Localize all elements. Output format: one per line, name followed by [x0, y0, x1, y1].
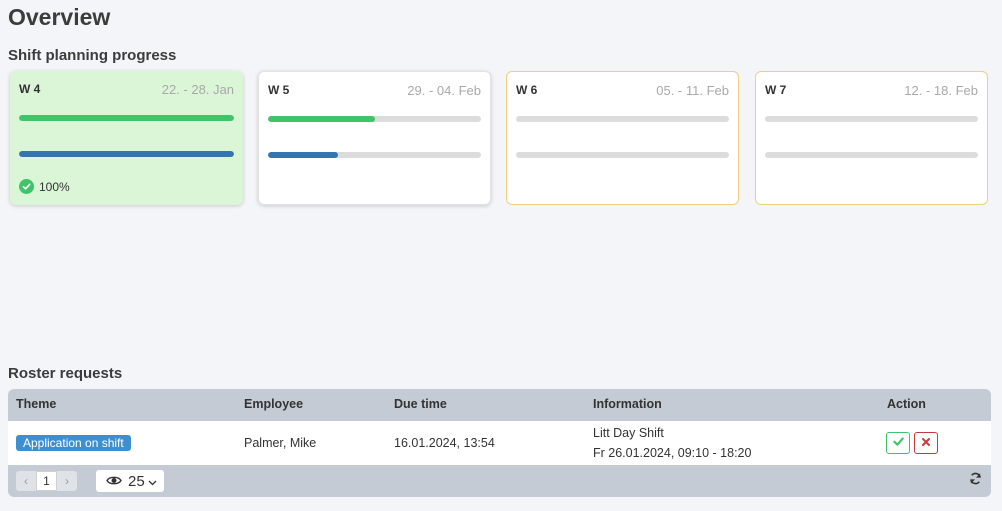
completion-status: 100%	[19, 179, 70, 194]
requests-table: Theme Employee Due time Information Acti…	[8, 389, 991, 497]
week-card[interactable]: W 5 29. - 04. Feb	[258, 71, 491, 205]
page-size-value: 25	[128, 472, 145, 490]
week-cards: W 4 22. - 28. Jan 100% W 5 29. - 04. Feb…	[10, 71, 990, 206]
blue-progress-bar	[765, 152, 978, 158]
previous-page-button[interactable]: ‹	[16, 471, 36, 491]
table-footer: ‹ 1 › 25	[8, 465, 991, 497]
next-page-button[interactable]: ›	[57, 471, 77, 491]
chevron-down-icon	[148, 473, 157, 490]
blue-progress-fill	[19, 151, 234, 157]
blue-progress-bar	[516, 152, 729, 158]
green-progress-bar	[268, 116, 481, 122]
week-card[interactable]: W 7 12. - 18. Feb	[755, 71, 988, 205]
information-line-2: Fr 26.01.2024, 09:10 - 18:20	[593, 446, 752, 460]
green-progress-bar	[516, 116, 729, 122]
column-header-employee[interactable]: Employee	[244, 397, 303, 411]
pagination: ‹ 1 ›	[16, 471, 77, 491]
accept-button[interactable]	[886, 432, 910, 454]
theme-badge: Application on shift	[16, 435, 131, 451]
check-circle-icon	[19, 179, 34, 194]
blue-progress-bar	[268, 152, 481, 158]
completion-percent: 100%	[39, 179, 70, 194]
requests-section-title: Roster requests	[8, 365, 123, 382]
close-icon	[921, 434, 931, 452]
week-label: W 4	[19, 82, 41, 96]
progress-section-title: Shift planning progress	[8, 47, 177, 64]
week-label: W 5	[268, 83, 290, 97]
column-header-due-time[interactable]: Due time	[394, 397, 447, 411]
week-range: 12. - 18. Feb	[904, 83, 978, 98]
blue-progress-fill	[268, 152, 339, 158]
green-progress-fill	[268, 116, 375, 122]
week-label: W 6	[516, 83, 538, 97]
column-header-action: Action	[887, 397, 926, 411]
page-title: Overview	[8, 4, 111, 30]
week-card[interactable]: W 6 05. - 11. Feb	[506, 71, 739, 205]
column-header-theme[interactable]: Theme	[16, 397, 56, 411]
green-progress-fill	[19, 115, 234, 121]
information-line-1: Litt Day Shift	[593, 426, 664, 440]
week-range: 05. - 11. Feb	[656, 83, 729, 98]
table-row[interactable]: Application on shift Palmer, Mike 16.01.…	[8, 421, 991, 465]
refresh-button[interactable]	[967, 472, 983, 490]
table-header: Theme Employee Due time Information Acti…	[8, 389, 991, 421]
week-range: 29. - 04. Feb	[407, 83, 481, 98]
green-progress-bar	[19, 115, 234, 121]
check-icon	[892, 434, 904, 452]
refresh-icon	[969, 472, 982, 490]
current-page-button[interactable]: 1	[36, 471, 57, 491]
employee-cell: Palmer, Mike	[244, 436, 317, 450]
page-size-select[interactable]: 25	[96, 470, 164, 492]
green-progress-bar	[765, 116, 978, 122]
blue-progress-bar	[19, 151, 234, 157]
eye-icon	[106, 473, 122, 490]
week-range: 22. - 28. Jan	[161, 82, 234, 97]
due-time-cell: 16.01.2024, 13:54	[394, 436, 495, 450]
reject-button[interactable]	[914, 432, 938, 454]
week-card[interactable]: W 4 22. - 28. Jan 100%	[10, 71, 243, 205]
column-header-information[interactable]: Information	[593, 397, 662, 411]
week-label: W 7	[765, 83, 787, 97]
